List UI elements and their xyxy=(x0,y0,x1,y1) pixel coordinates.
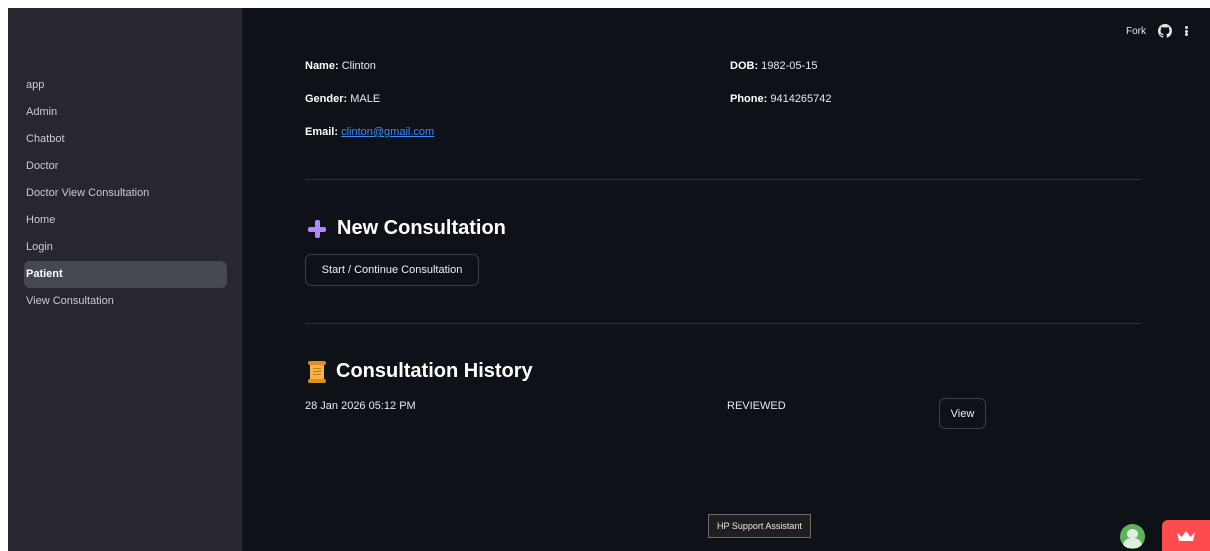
sidebar-item-view-consultation[interactable]: View Consultation xyxy=(24,288,227,315)
view-consultation-button[interactable]: View xyxy=(939,398,986,429)
sidebar-item-patient[interactable]: Patient xyxy=(24,261,227,288)
github-icon[interactable] xyxy=(1158,24,1172,38)
sidebar-item-doctor[interactable]: Doctor xyxy=(24,153,227,180)
scroll-icon xyxy=(308,360,326,383)
sidebar-item-doctor-view-consultation[interactable]: Doctor View Consultation xyxy=(24,180,227,207)
sidebar-item-admin[interactable]: Admin xyxy=(24,99,227,126)
app-window: app Admin Chatbot Doctor Doctor View Con… xyxy=(8,8,1210,551)
patient-phone: Phone: 9414265742 xyxy=(730,93,832,105)
patient-dob: DOB: 1982-05-15 xyxy=(730,60,818,72)
consultation-history-heading: Consultation History xyxy=(308,360,533,383)
patient-email: Email: clinton@gmail.com xyxy=(305,126,435,138)
crown-icon xyxy=(1177,530,1195,541)
new-consultation-heading: New Consultation xyxy=(307,217,506,240)
sidebar-item-login[interactable]: Login xyxy=(24,234,227,261)
divider xyxy=(305,323,1141,324)
sidebar-nav: app Admin Chatbot Doctor Doctor View Con… xyxy=(24,72,227,315)
sidebar-item-app[interactable]: app xyxy=(24,72,227,99)
consultation-date: 28 Jan 2026 05:12 PM xyxy=(305,400,416,412)
start-consultation-button[interactable]: Start / Continue Consultation xyxy=(305,254,479,286)
sidebar-item-home[interactable]: Home xyxy=(24,207,227,234)
sidebar: app Admin Chatbot Doctor Doctor View Con… xyxy=(8,8,242,551)
plus-icon xyxy=(307,219,327,239)
more-vertical-icon[interactable] xyxy=(1184,24,1188,38)
avatar[interactable] xyxy=(1120,524,1145,549)
sidebar-item-chatbot[interactable]: Chatbot xyxy=(24,126,227,153)
patient-name: Name: Clinton xyxy=(305,60,376,72)
consultation-status: REVIEWED xyxy=(727,400,786,412)
main-content: Name: Clinton DOB: 1982-05-15 Gender: MA… xyxy=(305,8,1141,551)
divider xyxy=(305,179,1141,180)
tooltip: HP Support Assistant xyxy=(708,514,811,538)
patient-gender: Gender: MALE xyxy=(305,93,381,105)
crown-badge[interactable] xyxy=(1162,520,1210,551)
email-link[interactable]: clinton@gmail.com xyxy=(341,126,434,138)
